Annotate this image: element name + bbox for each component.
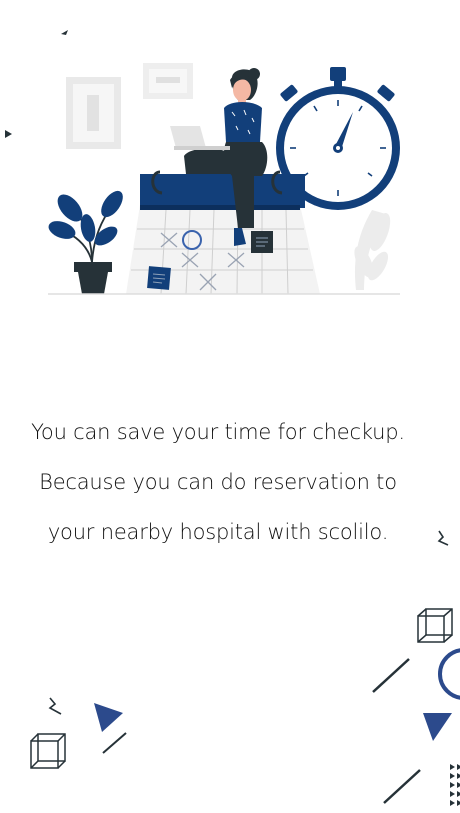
slash-right-icon: [372, 658, 410, 693]
cube-right-icon: [417, 608, 453, 643]
ring-right-icon: [438, 648, 460, 700]
slash-left-icon: [102, 732, 127, 754]
calendar-icon: [126, 170, 320, 295]
onboarding-message: You can save your time for checkup. Beca…: [0, 412, 436, 562]
message-line-1: You can save your time for checkup.: [31, 420, 405, 444]
squiggle-right-icon: [437, 530, 449, 546]
triangle-left-icon: [94, 703, 123, 732]
message-line-3: your nearby hospital with scolilo.: [47, 520, 389, 544]
squiggle-left-icon: [48, 697, 62, 715]
illustration: [48, 63, 400, 295]
wall-frame-top: [143, 63, 193, 99]
leaf-plant-faint: [354, 210, 391, 290]
onboarding-screen: You can save your time for checkup. Beca…: [0, 0, 460, 813]
wall-frame-left: [66, 77, 121, 149]
arrow-pattern-icon: [450, 764, 460, 806]
slash-bottom-right-icon: [383, 769, 421, 804]
triangle-right-icon: [423, 713, 452, 741]
cube-left-icon: [30, 733, 66, 769]
potted-plant-icon: [48, 190, 123, 294]
message-line-2: Because you can do reservation to: [39, 470, 397, 494]
